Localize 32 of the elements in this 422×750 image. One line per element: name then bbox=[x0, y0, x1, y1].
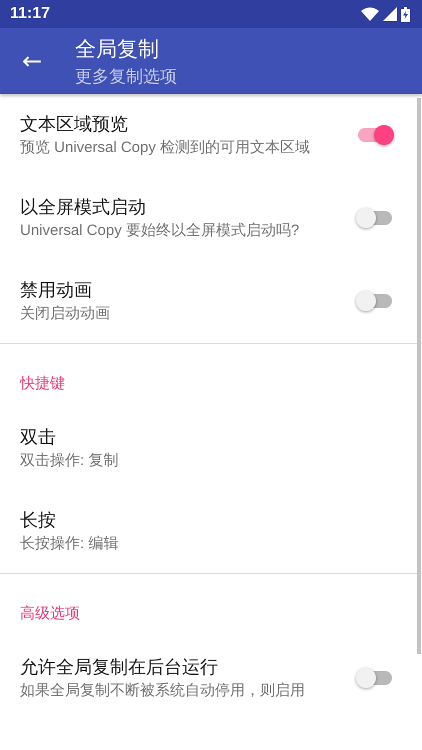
screen-title: 全局复制 bbox=[75, 36, 160, 62]
section-header: 高级选项 bbox=[19, 604, 81, 624]
preference-title: 禁用动画 bbox=[20, 279, 93, 302]
preference-item[interactable]: 以全屏模式启动 Universal Copy 要始终以全屏模式启动吗? bbox=[0, 177, 422, 260]
wifi-icon bbox=[361, 7, 379, 21]
preference-item[interactable]: 禁用动画 关闭启动动画 bbox=[0, 260, 422, 343]
preference-item[interactable]: 文本区域预览 预览 Universal Copy 检测到的可用文本区域 bbox=[0, 94, 422, 177]
preference-summary: 预览 Universal Copy 检测到的可用文本区域 bbox=[20, 138, 312, 158]
preference-summary: Universal Copy 要始终以全屏模式启动吗? bbox=[20, 221, 300, 241]
toggle-switch[interactable] bbox=[356, 289, 394, 313]
back-button[interactable]: ← bbox=[12, 41, 52, 81]
preference-item[interactable]: 双击 双击操作: 复制 bbox=[0, 407, 422, 490]
battery-icon bbox=[401, 6, 410, 22]
screen-subtitle: 更多复制选项 bbox=[75, 66, 177, 88]
status-time: 11:17 bbox=[10, 5, 50, 23]
preference-item[interactable]: 长按 长按操作: 编辑 bbox=[0, 490, 422, 573]
preference-summary: 如果全局复制不断被系统自动停用，则启用 bbox=[20, 681, 306, 701]
signal-icon bbox=[383, 7, 397, 21]
toggle-switch[interactable] bbox=[356, 666, 394, 690]
preference-title: 长按 bbox=[20, 509, 57, 532]
scrollbar[interactable] bbox=[417, 98, 421, 654]
section-header: 快捷键 bbox=[18, 374, 66, 394]
preference-summary: 关闭启动动画 bbox=[20, 304, 111, 324]
toggle-switch[interactable] bbox=[356, 123, 394, 147]
toggle-switch[interactable] bbox=[356, 206, 394, 230]
preference-title: 双击 bbox=[20, 426, 57, 449]
preference-title: 以全屏模式启动 bbox=[20, 196, 147, 219]
preference-item[interactable]: 允许全局复制在后台运行 如果全局复制不断被系统自动停用，则启用 bbox=[0, 637, 422, 720]
preference-title: 文本区域预览 bbox=[20, 113, 129, 136]
preference-title: 允许全局复制在后台运行 bbox=[20, 656, 219, 679]
preference-summary: 长按操作: 编辑 bbox=[20, 534, 120, 554]
preference-summary: 双击操作: 复制 bbox=[20, 451, 120, 471]
